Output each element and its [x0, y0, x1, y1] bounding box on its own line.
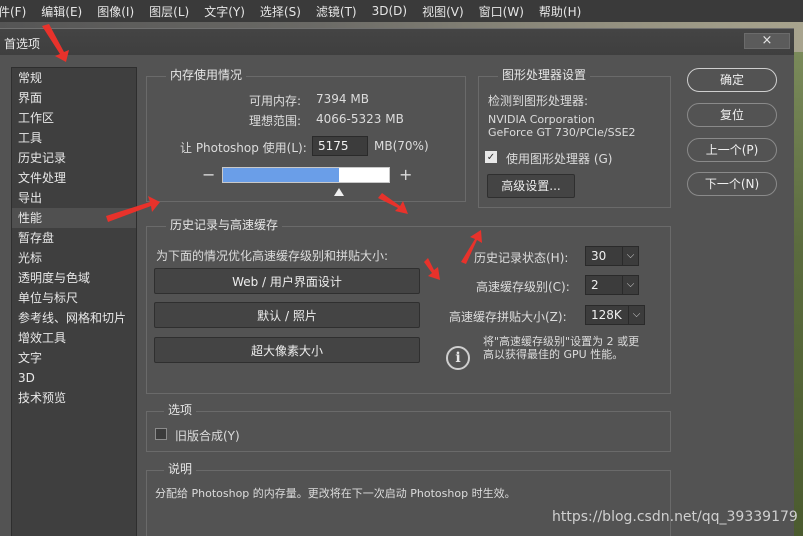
chevron-down-icon: ⌵: [622, 276, 638, 294]
close-icon: ×: [761, 33, 773, 48]
menu-edit[interactable]: 编辑(E): [41, 3, 91, 20]
nav-item-type[interactable]: 文字: [12, 348, 136, 368]
info-text-line-2: 高以获得最佳的 GPU 性能。: [483, 348, 624, 361]
legacy-compositing-checkbox[interactable]: [155, 428, 167, 440]
memory-unit: MB(70%): [374, 139, 429, 153]
menu-layer[interactable]: 图层(L): [149, 3, 198, 20]
history-cache-title: 历史记录与高速缓存: [166, 218, 283, 232]
memory-slider-thumb[interactable]: [334, 188, 345, 196]
tile-size-label: 高速缓存拼贴大小(Z):: [449, 310, 567, 324]
use-gpu-checkbox[interactable]: ✓: [485, 151, 497, 163]
nav-item-guides-grid[interactable]: 参考线、网格和切片: [12, 308, 136, 328]
menu-3d[interactable]: 3D(D): [372, 4, 416, 18]
description-title: 说明: [164, 462, 197, 476]
nav-item-tools[interactable]: 工具: [12, 128, 136, 148]
use-gpu-label: 使用图形处理器 (G): [506, 152, 613, 166]
background-canvas-right: [794, 52, 803, 536]
nav-item-history[interactable]: 历史记录: [12, 148, 136, 168]
nav-item-plugins[interactable]: 增效工具: [12, 328, 136, 348]
increase-memory-button[interactable]: +: [399, 165, 412, 184]
menu-window[interactable]: 窗口(W): [479, 3, 533, 20]
tile-size-select[interactable]: 128K ⌵: [585, 305, 645, 325]
close-button[interactable]: ×: [744, 33, 790, 49]
watermark: https://blog.csdn.net/qq_39339179: [552, 509, 798, 525]
menu-help[interactable]: 帮助(H): [539, 3, 590, 20]
nav-item-interface[interactable]: 界面: [12, 88, 136, 108]
check-icon: ✓: [486, 152, 496, 163]
memory-slider[interactable]: [222, 167, 390, 183]
history-states-label: 历史记录状态(H):: [474, 251, 569, 265]
let-photoshop-use-label: 让 Photoshop 使用(L):: [180, 141, 307, 155]
memory-slider-fill: [223, 168, 340, 182]
options-title: 选项: [164, 403, 197, 417]
memory-amount-input[interactable]: 5175: [312, 136, 368, 156]
cache-levels-label: 高速缓存级别(C):: [476, 280, 570, 294]
nav-item-units-rulers[interactable]: 单位与标尺: [12, 288, 136, 308]
history-states-value: 30: [591, 249, 607, 263]
cache-levels-value: 2: [591, 278, 599, 292]
nav-item-file-handling[interactable]: 文件处理: [12, 168, 136, 188]
chevron-down-icon: ⌵: [628, 306, 644, 324]
nav-item-workspace[interactable]: 工作区: [12, 108, 136, 128]
optimize-cache-label: 为下面的情况优化高速缓存级别和拼贴大小:: [156, 249, 389, 263]
nav-item-scratch-disks[interactable]: 暂存盘: [12, 228, 136, 248]
web-ui-design-button[interactable]: Web / 用户界面设计: [154, 268, 420, 294]
ideal-range-label: 理想范围:: [249, 114, 302, 128]
gpu-detected-label: 检测到图形处理器:: [488, 94, 589, 108]
description-text: 分配给 Photoshop 的内存量。更改将在下一次启动 Photoshop 时…: [155, 487, 516, 500]
next-button[interactable]: 下一个(N): [687, 172, 777, 196]
gpu-settings-title: 图形处理器设置: [498, 68, 591, 82]
advanced-settings-button[interactable]: 高级设置...: [487, 174, 575, 198]
memory-usage-title: 内存使用情况: [166, 68, 247, 82]
history-states-select[interactable]: 30 ⌵: [585, 246, 639, 266]
nav-item-tech-preview[interactable]: 技术预览: [12, 388, 136, 408]
huge-pixel-size-button[interactable]: 超大像素大小: [154, 337, 420, 363]
nav-item-performance[interactable]: 性能: [12, 208, 136, 228]
menu-bar: 件(F) 编辑(E) 图像(I) 图层(L) 文字(Y) 选择(S) 滤镜(T)…: [0, 0, 803, 22]
default-photos-button[interactable]: 默认 / 照片: [154, 302, 420, 328]
dialog-titlebar: 首选项 ×: [0, 29, 794, 55]
dialog-title: 首选项: [4, 37, 41, 51]
menu-filter[interactable]: 滤镜(T): [316, 3, 366, 20]
menu-image[interactable]: 图像(I): [97, 3, 143, 20]
nav-item-general[interactable]: 常规: [12, 68, 136, 88]
nav-item-cursors[interactable]: 光标: [12, 248, 136, 268]
nav-item-3d[interactable]: 3D: [12, 368, 136, 388]
menu-select[interactable]: 选择(S): [260, 3, 310, 20]
reset-button[interactable]: 复位: [687, 103, 777, 127]
description-group: [146, 470, 671, 536]
gpu-model: GeForce GT 730/PCIe/SSE2: [488, 126, 636, 139]
gpu-vendor: NVIDIA Corporation: [488, 113, 595, 126]
decrease-memory-button[interactable]: −: [202, 165, 215, 184]
info-icon-glyph: i: [455, 350, 461, 366]
menu-view[interactable]: 视图(V): [422, 3, 473, 20]
ok-button[interactable]: 确定: [687, 68, 777, 92]
tile-size-value: 128K: [591, 308, 622, 322]
ideal-range-value: 4066-5323 MB: [316, 112, 404, 126]
info-icon: i: [446, 346, 470, 370]
previous-button[interactable]: 上一个(P): [687, 138, 777, 162]
cache-levels-select[interactable]: 2 ⌵: [585, 275, 639, 295]
available-memory-value: 7394 MB: [316, 92, 369, 106]
nav-item-export[interactable]: 导出: [12, 188, 136, 208]
chevron-down-icon: ⌵: [622, 247, 638, 265]
menu-file[interactable]: 件(F): [0, 3, 35, 20]
nav-item-transparency[interactable]: 透明度与色域: [12, 268, 136, 288]
preferences-nav: 常规 界面 工作区 工具 历史记录 文件处理 导出 性能 暂存盘 光标 透明度与…: [11, 67, 137, 536]
menu-type[interactable]: 文字(Y): [204, 3, 254, 20]
legacy-compositing-label: 旧版合成(Y): [175, 429, 240, 443]
available-memory-label: 可用内存:: [249, 94, 302, 108]
